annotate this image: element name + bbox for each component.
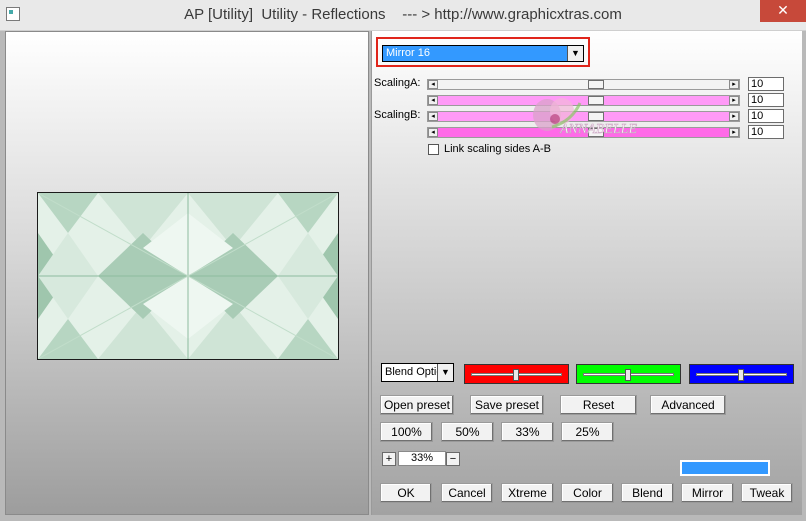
scaling-b-value-2[interactable]: 10 — [748, 125, 784, 139]
arrow-left-icon[interactable]: ◂ — [428, 128, 438, 137]
cancel-button[interactable]: Cancel — [441, 483, 493, 503]
slider-knob[interactable] — [625, 369, 631, 381]
mirror-button[interactable]: Mirror — [681, 483, 734, 503]
zoom-level-field[interactable]: 33% — [398, 451, 446, 466]
filter-dropdown[interactable]: Mirror 16 ▼ — [382, 45, 584, 62]
arrow-left-icon[interactable]: ◂ — [428, 80, 438, 89]
scaling-a-label: ScalingA: — [374, 77, 421, 89]
preview-image[interactable] — [37, 192, 339, 360]
title-bar: AP [Utility] Utility - Reflections --- >… — [0, 0, 806, 31]
blend-options-dropdown[interactable]: Blend Options ▼ — [381, 363, 454, 382]
preview-panel — [5, 31, 369, 515]
blend-button[interactable]: Blend — [621, 483, 674, 503]
chevron-down-icon[interactable]: ▼ — [567, 46, 583, 61]
color-button[interactable]: Color — [561, 483, 614, 503]
slider-knob[interactable] — [513, 369, 519, 381]
blue-blend-slider[interactable] — [689, 364, 794, 384]
link-scaling-checkbox[interactable] — [428, 144, 439, 155]
watermark-logo: ANNABELLE — [533, 98, 638, 137]
green-blend-slider[interactable] — [576, 364, 681, 384]
arrow-left-icon[interactable]: ◂ — [428, 112, 438, 121]
settings-panel: Mirror 16 ▼ ScalingA: ScalingB: ◂ ▸ 10 ◂… — [371, 31, 802, 515]
arrow-left-icon[interactable]: ◂ — [428, 96, 438, 105]
filter-selected-value: Mirror 16 — [386, 47, 431, 59]
zoom-out-button[interactable]: − — [446, 452, 460, 466]
scaling-a-slider-1[interactable]: ◂ ▸ — [427, 79, 740, 90]
tweak-button[interactable]: Tweak — [741, 483, 793, 503]
arrow-right-icon[interactable]: ▸ — [729, 80, 739, 89]
preview-pattern — [38, 193, 338, 359]
reset-button[interactable]: Reset — [560, 395, 637, 415]
chevron-down-icon[interactable]: ▼ — [437, 364, 453, 381]
filter-highlight-frame: Mirror 16 ▼ — [376, 37, 590, 67]
zoom-33-button[interactable]: 33% — [501, 422, 554, 442]
zoom-in-button[interactable]: + — [382, 452, 396, 466]
arrow-right-icon[interactable]: ▸ — [729, 128, 739, 137]
color-swatch[interactable] — [680, 460, 770, 476]
save-preset-button[interactable]: Save preset — [470, 395, 544, 415]
close-button[interactable]: ✕ — [760, 0, 806, 22]
red-blend-slider[interactable] — [464, 364, 569, 384]
ok-button[interactable]: OK — [380, 483, 432, 503]
arrow-right-icon[interactable]: ▸ — [729, 96, 739, 105]
zoom-100-button[interactable]: 100% — [380, 422, 433, 442]
scaling-b-value-1[interactable]: 10 — [748, 109, 784, 123]
watermark-text: ANNABELLE — [559, 122, 637, 137]
xtreme-button[interactable]: Xtreme — [501, 483, 554, 503]
zoom-25-button[interactable]: 25% — [561, 422, 614, 442]
scaling-b-label: ScalingB: — [374, 109, 421, 121]
zoom-50-button[interactable]: 50% — [441, 422, 494, 442]
scaling-a-value-1[interactable]: 10 — [748, 77, 784, 91]
slider-knob[interactable] — [738, 369, 744, 381]
slider-thumb[interactable] — [588, 80, 604, 89]
window-title: AP [Utility] Utility - Reflections --- >… — [184, 6, 622, 23]
scaling-a-value-2[interactable]: 10 — [748, 93, 784, 107]
open-preset-button[interactable]: Open preset — [380, 395, 454, 415]
advanced-button[interactable]: Advanced — [650, 395, 726, 415]
arrow-right-icon[interactable]: ▸ — [729, 112, 739, 121]
